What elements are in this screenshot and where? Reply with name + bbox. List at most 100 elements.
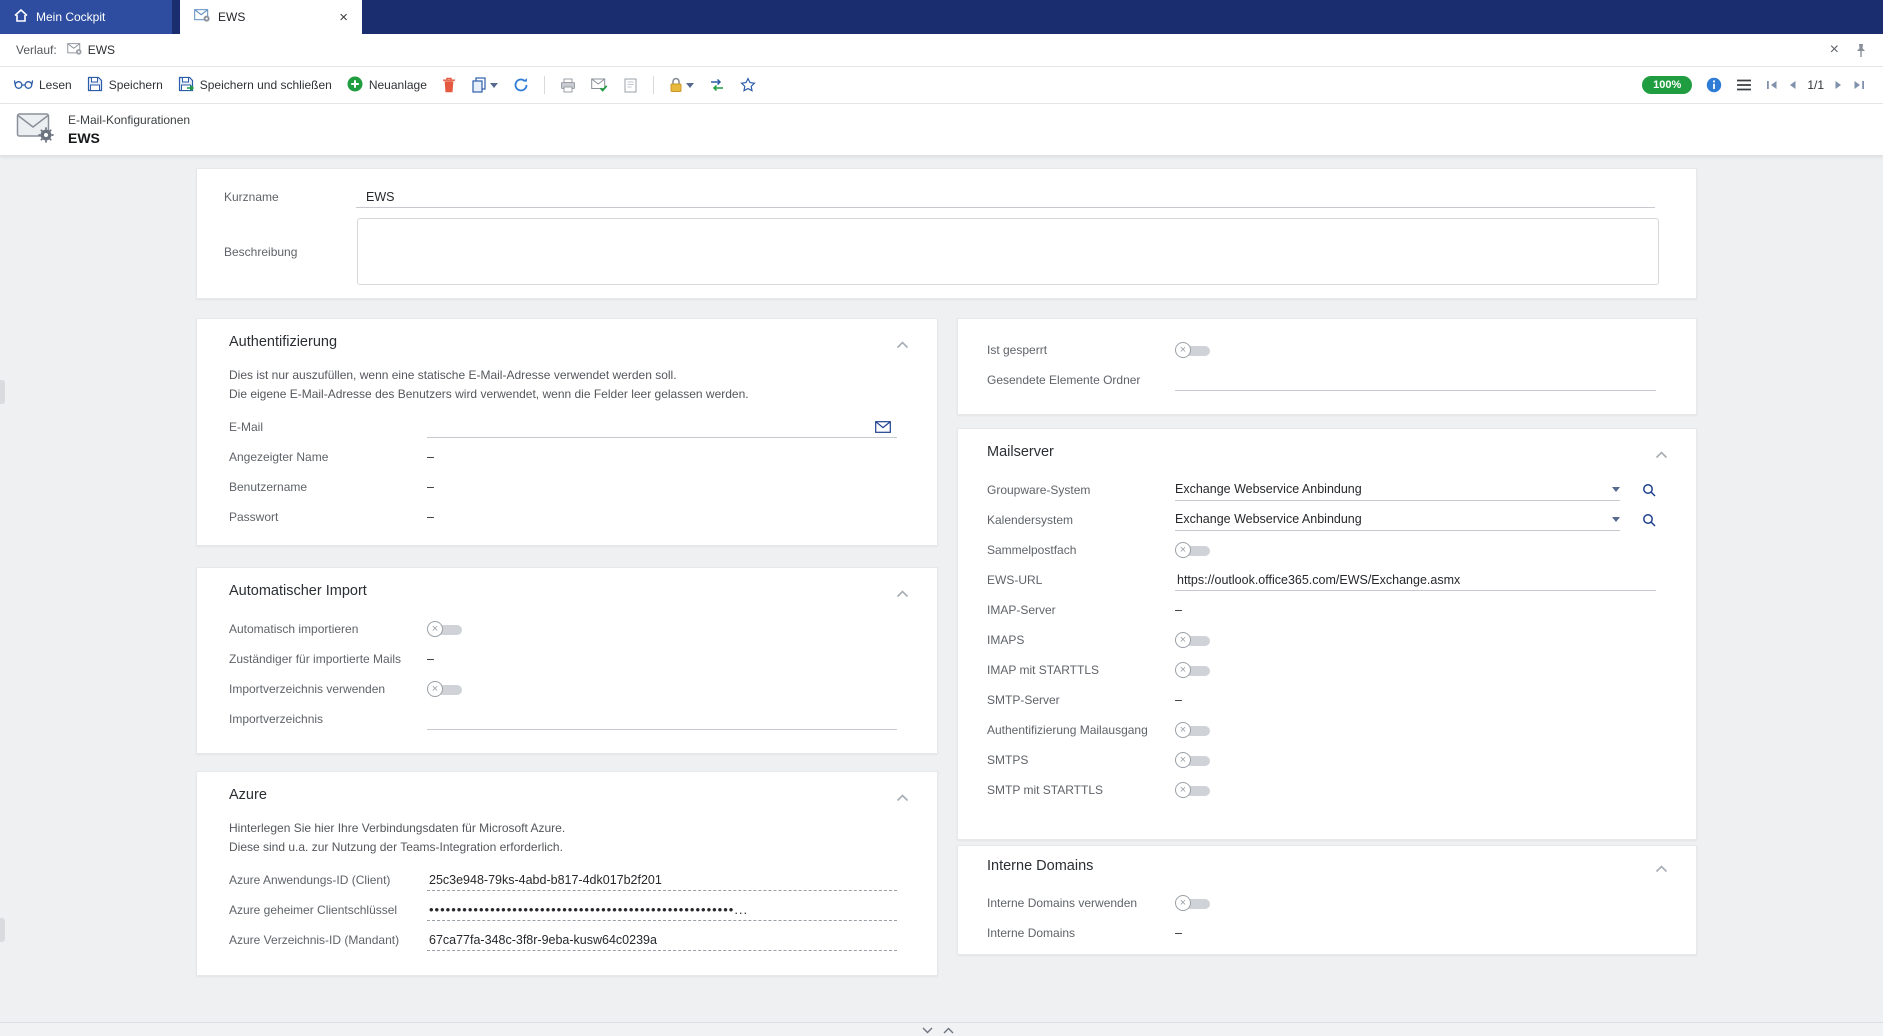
use-internal-domains-label: Interne Domains verwenden bbox=[987, 896, 1175, 910]
hint-text: Hinterlegen Sie hier Ihre Verbindungsdat… bbox=[229, 819, 897, 838]
delete-icon[interactable] bbox=[442, 77, 456, 93]
smtps-toggle[interactable] bbox=[1175, 752, 1213, 769]
display-name-label: Angezeigter Name bbox=[229, 450, 427, 464]
hint-text: Dies ist nur auszufüllen, wenn eine stat… bbox=[229, 366, 897, 385]
is-locked-toggle[interactable] bbox=[1175, 342, 1213, 359]
smtp-auth-label: Authentifizierung Mailausgang bbox=[987, 723, 1175, 737]
section-title: Mailserver bbox=[987, 444, 1054, 460]
save-button[interactable]: Speichern bbox=[87, 76, 163, 95]
password-field[interactable]: – bbox=[427, 510, 434, 524]
azure-client-id-field[interactable]: 25c3e948-79ks-4abd-b817-4dk017b2f201 bbox=[427, 870, 897, 891]
azure-client-id-value: 25c3e948-79ks-4abd-b817-4dk017b2f201 bbox=[427, 873, 662, 890]
smtp-auth-toggle[interactable] bbox=[1175, 722, 1213, 739]
left-splitter-handle[interactable] bbox=[0, 380, 5, 404]
next-page-icon[interactable] bbox=[1834, 80, 1843, 90]
mail-check-icon[interactable] bbox=[591, 78, 608, 92]
collapse-chevron-icon[interactable] bbox=[1653, 858, 1670, 880]
chevron-down-icon bbox=[686, 83, 694, 88]
collapse-chevron-icon[interactable] bbox=[894, 787, 911, 809]
plus-circle-icon bbox=[347, 76, 363, 95]
import-dir-field[interactable] bbox=[427, 709, 897, 730]
history-bar: Verlauf: EWS bbox=[0, 34, 1883, 67]
pin-icon[interactable] bbox=[1855, 43, 1867, 58]
import-dir-value bbox=[427, 726, 429, 729]
record-pager: 1/1 bbox=[1766, 78, 1865, 92]
lock-icon[interactable] bbox=[669, 77, 694, 93]
groupware-select[interactable]: Exchange Webservice Anbindung bbox=[1175, 480, 1620, 501]
refresh-icon[interactable] bbox=[513, 77, 529, 93]
internal-domains-label: Interne Domains bbox=[987, 926, 1175, 940]
read-label: Lesen bbox=[39, 78, 72, 92]
sent-items-field[interactable] bbox=[1175, 370, 1656, 391]
history-item-ews[interactable]: EWS bbox=[67, 43, 115, 58]
menu-icon[interactable] bbox=[1736, 79, 1752, 91]
import-dir-label: Importverzeichnis bbox=[229, 712, 427, 726]
beschreibung-textarea[interactable] bbox=[357, 218, 1659, 285]
use-import-dir-label: Importverzeichnis verwenden bbox=[229, 682, 427, 696]
azure-client-secret-label: Azure geheimer Clientschlüssel bbox=[229, 903, 427, 917]
imap-server-field[interactable]: – bbox=[1175, 603, 1182, 617]
toolbar-separator bbox=[544, 76, 545, 94]
page-indicator: 1/1 bbox=[1807, 78, 1824, 92]
use-import-dir-toggle[interactable] bbox=[427, 681, 465, 698]
record-header: E-Mail-Konfigurationen EWS bbox=[0, 104, 1883, 156]
zoom-badge[interactable]: 100% bbox=[1642, 76, 1692, 94]
collapse-chevron-icon[interactable] bbox=[894, 334, 911, 356]
close-icon[interactable] bbox=[339, 10, 348, 25]
transfer-icon[interactable] bbox=[709, 78, 725, 92]
imaps-toggle[interactable] bbox=[1175, 632, 1213, 649]
card-authentifizierung: Authentifizierung Dies ist nur auszufüll… bbox=[196, 318, 938, 546]
username-field[interactable]: – bbox=[427, 480, 434, 494]
chevron-down-icon bbox=[490, 83, 498, 88]
new-record-button[interactable]: Neuanlage bbox=[347, 76, 427, 95]
panel-collapse-control[interactable] bbox=[922, 1023, 954, 1036]
email-value bbox=[427, 434, 429, 437]
internal-domains-toggle[interactable] bbox=[1175, 895, 1213, 912]
mail-config-icon bbox=[67, 43, 82, 58]
search-icon[interactable] bbox=[1642, 513, 1656, 527]
search-icon[interactable] bbox=[1642, 483, 1656, 497]
history-item-label: EWS bbox=[88, 43, 115, 57]
email-field[interactable] bbox=[427, 417, 897, 438]
last-page-icon[interactable] bbox=[1853, 80, 1865, 90]
collapse-chevron-icon[interactable] bbox=[1653, 444, 1670, 466]
info-icon[interactable] bbox=[1706, 77, 1722, 93]
collapse-chevron-icon[interactable] bbox=[894, 583, 911, 605]
hint-text: Die eigene E-Mail-Adresse des Benutzers … bbox=[229, 385, 897, 404]
calendar-system-select[interactable]: Exchange Webservice Anbindung bbox=[1175, 510, 1620, 531]
copy-icon[interactable] bbox=[471, 77, 498, 93]
new-record-label: Neuanlage bbox=[369, 78, 427, 92]
imap-starttls-toggle[interactable] bbox=[1175, 662, 1213, 679]
smtp-server-label: SMTP-Server bbox=[987, 693, 1175, 707]
left-splitter-handle[interactable] bbox=[0, 918, 5, 942]
azure-tenant-id-field[interactable]: 67ca77fa-348c-3f8r-9eba-kusw64c0239a bbox=[427, 930, 897, 951]
azure-tenant-id-label: Azure Verzeichnis-ID (Mandant) bbox=[229, 933, 427, 947]
print-icon[interactable] bbox=[560, 78, 576, 93]
tab-ews[interactable]: EWS bbox=[180, 0, 362, 34]
tab-mein-cockpit[interactable]: Mein Cockpit bbox=[0, 0, 172, 34]
auto-import-toggle[interactable] bbox=[427, 621, 465, 638]
section-title: Automatischer Import bbox=[229, 583, 367, 599]
prev-page-icon[interactable] bbox=[1788, 80, 1797, 90]
save-and-close-button[interactable]: Speichern und schließen bbox=[178, 76, 332, 95]
document-icon[interactable] bbox=[623, 78, 638, 93]
card-sperrung: Ist gesperrt Gesendete Elemente Ordner bbox=[957, 318, 1697, 415]
azure-client-secret-field[interactable]: ••••••••••••••••••••••••••••••••••••••••… bbox=[427, 900, 897, 921]
read-button[interactable]: Lesen bbox=[14, 77, 72, 93]
smtp-starttls-toggle[interactable] bbox=[1175, 782, 1213, 799]
kurzname-field[interactable]: EWS bbox=[356, 187, 1655, 208]
internal-domains-field[interactable]: – bbox=[1175, 926, 1182, 940]
responsible-field[interactable]: – bbox=[427, 652, 434, 666]
smtp-server-field[interactable]: – bbox=[1175, 693, 1182, 707]
shared-mailbox-toggle[interactable] bbox=[1175, 542, 1213, 559]
password-label: Passwort bbox=[229, 510, 427, 524]
close-icon[interactable] bbox=[1830, 42, 1839, 58]
envelope-icon[interactable] bbox=[875, 421, 891, 433]
display-name-field[interactable]: – bbox=[427, 450, 434, 464]
save-and-close-label: Speichern und schließen bbox=[200, 78, 332, 92]
groupware-value: Exchange Webservice Anbindung bbox=[1175, 482, 1612, 498]
ews-url-field[interactable]: https://outlook.office365.com/EWS/Exchan… bbox=[1175, 570, 1656, 591]
star-icon[interactable] bbox=[740, 77, 756, 93]
first-page-icon[interactable] bbox=[1766, 80, 1778, 90]
horizontal-scrollbar[interactable] bbox=[0, 1022, 1883, 1036]
